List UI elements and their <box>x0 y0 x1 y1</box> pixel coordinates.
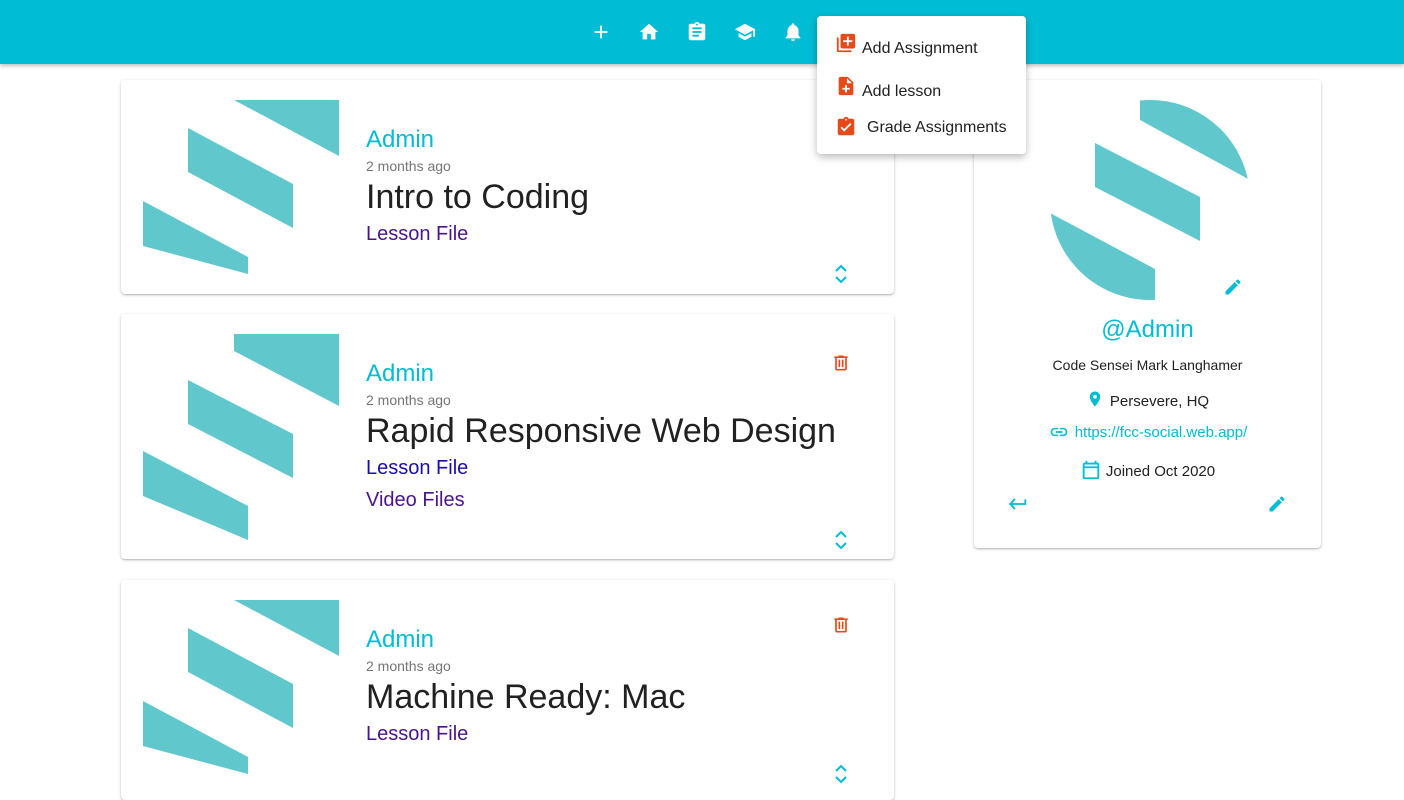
profile-location: Persevere, HQ <box>974 389 1321 410</box>
location-text: Persevere, HQ <box>1109 393 1210 410</box>
assignment-check-icon <box>837 116 855 136</box>
add-file-icon <box>838 76 854 96</box>
post-title: Intro to Coding <box>366 178 590 216</box>
menu-item-add-assignment[interactable]: Add Assignment <box>817 30 1026 66</box>
delete-button[interactable] <box>827 611 855 639</box>
calendar-icon <box>1082 460 1100 480</box>
link-icon <box>1050 427 1068 437</box>
plus-icon <box>594 25 608 39</box>
profile-card: @Admin Code Sensei Mark Langhamer Persev… <box>974 80 1321 548</box>
lesson-file-link[interactable]: Lesson File <box>366 457 468 480</box>
expand-button[interactable] <box>827 760 855 788</box>
lesson-file-link[interactable]: Lesson File <box>366 723 468 746</box>
post-image <box>143 600 339 774</box>
profile-avatar <box>1050 100 1250 300</box>
joined-text: Joined Oct 2020 <box>1105 463 1216 480</box>
add-content-menu: Add Assignment Add lesson Grade Assignme… <box>817 16 1026 154</box>
home-button[interactable] <box>633 16 665 48</box>
add-library-icon <box>836 33 856 53</box>
notifications-button[interactable] <box>777 16 809 48</box>
profile-website: https://fcc-social.web.app/ <box>974 422 1321 442</box>
menu-item-label: Add Assignment <box>862 40 978 57</box>
menu-item-label: Grade Assignments <box>867 119 1007 136</box>
post-image <box>143 334 339 540</box>
profile-handle[interactable]: @Admin <box>974 316 1321 344</box>
menu-item-grade-assignments[interactable]: Grade Assignments <box>817 114 1026 150</box>
unfold-icon <box>835 530 847 550</box>
expand-button[interactable] <box>827 526 855 554</box>
courses-button[interactable] <box>729 16 761 48</box>
edit-avatar-button[interactable] <box>1219 273 1247 301</box>
expand-button[interactable] <box>827 260 855 288</box>
lesson-file-link[interactable]: Lesson File <box>366 223 468 246</box>
unfold-icon <box>835 764 847 784</box>
profile-joined: Joined Oct 2020 <box>974 459 1321 481</box>
post-author[interactable]: Admin <box>366 126 434 154</box>
delete-button[interactable] <box>827 349 855 377</box>
trash-icon <box>834 355 848 371</box>
post-time: 2 months ago <box>366 392 451 408</box>
pencil-icon <box>1269 496 1285 512</box>
post-time: 2 months ago <box>366 158 451 174</box>
school-icon <box>734 23 756 41</box>
post-title: Rapid Responsive Web Design <box>366 412 836 450</box>
post-title: Machine Ready: Mac <box>366 678 686 716</box>
logout-button[interactable] <box>1004 490 1032 518</box>
menu-item-label: Add lesson <box>862 83 942 100</box>
profile-bio: Code Sensei Mark Langhamer <box>1052 357 1243 373</box>
trash-icon <box>834 617 848 633</box>
post-image <box>143 100 339 274</box>
edit-profile-button[interactable] <box>1263 490 1291 518</box>
add-post-button[interactable] <box>585 16 617 48</box>
home-icon <box>639 23 659 40</box>
menu-item-add-lesson[interactable]: Add lesson <box>817 73 1026 109</box>
unfold-icon <box>835 264 847 284</box>
post-author[interactable]: Admin <box>366 626 434 654</box>
video-files-link[interactable]: Video Files <box>366 489 465 512</box>
pencil-icon <box>1225 279 1241 295</box>
assignments-button[interactable] <box>681 16 713 48</box>
post-card: Admin 2 months ago Rapid Responsive Web … <box>121 314 894 559</box>
website-link[interactable]: https://fcc-social.web.app/ <box>1075 424 1248 441</box>
post-time: 2 months ago <box>366 658 451 674</box>
post-author[interactable]: Admin <box>366 360 434 388</box>
bell-icon <box>785 23 801 42</box>
app-bar <box>0 0 1404 64</box>
location-pin-icon <box>1089 391 1101 407</box>
return-icon <box>1008 498 1027 510</box>
post-card: Admin 2 months ago Machine Ready: Mac Le… <box>121 580 894 800</box>
post-card: Admin 2 months ago Intro to Coding Lesso… <box>121 80 894 294</box>
clipboard-icon <box>688 21 706 41</box>
